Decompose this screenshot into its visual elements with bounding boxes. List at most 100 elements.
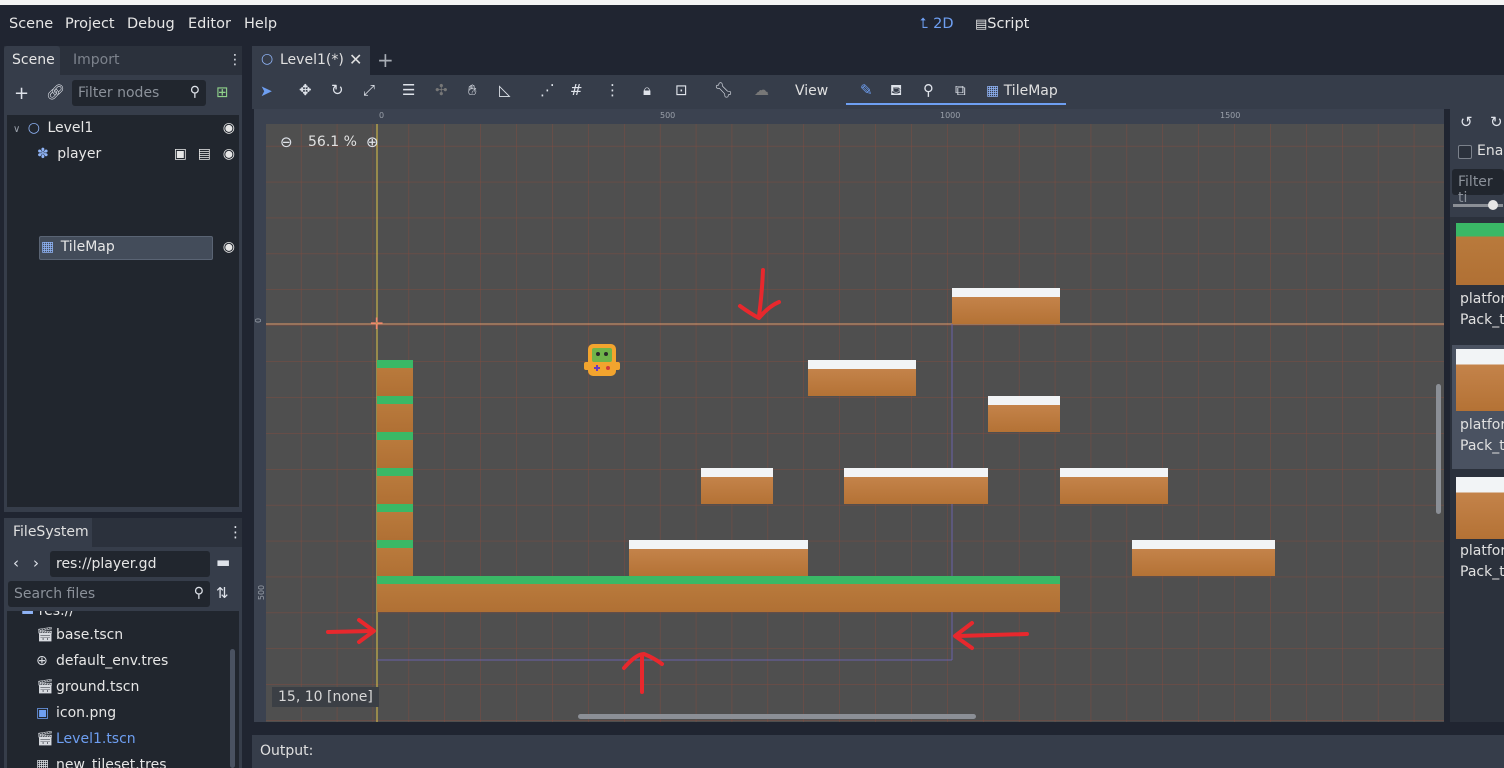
arrow-right-annotation — [326, 629, 375, 634]
mode-script-button[interactable]: ▤Script — [975, 16, 1029, 32]
vertical-ruler: 0 500 — [254, 124, 266, 722]
tile-palette: ↺ ↻ Enab Filter ti platfor Pack_ti platf… — [1450, 109, 1504, 722]
menu-help[interactable]: Help — [244, 16, 277, 32]
scene-tab-level1[interactable]: ○ Level1(*) ✕ — [252, 46, 370, 75]
instance-scene-icon[interactable]: ⊞ — [216, 85, 229, 100]
output-label[interactable]: Output: — [260, 743, 313, 759]
scale-tool-icon[interactable]: ⤢ — [363, 83, 375, 98]
group-icon[interactable]: ⊡ — [675, 83, 688, 98]
output-panel: Output: — [252, 735, 1504, 768]
tab-filesystem[interactable]: FileSystem — [4, 518, 92, 547]
rotate-right-icon[interactable]: ↻ — [1490, 115, 1503, 130]
menu-scene[interactable]: Scene — [9, 16, 53, 32]
tile-list-item[interactable]: platfor Pack_ti — [1450, 217, 1504, 341]
visibility-eye-icon[interactable]: ◉ — [223, 120, 235, 136]
cloud-icon[interactable]: ☁ — [754, 83, 769, 98]
add-tab-icon[interactable]: + — [377, 50, 394, 70]
tile-list: platfor Pack_ti platfor Pack_ti platfor … — [1450, 217, 1504, 722]
more-options-icon[interactable]: ⋮ — [605, 83, 620, 98]
dock-menu-icon[interactable]: ⋮ — [228, 53, 242, 67]
node2d-icon: ○ — [261, 51, 274, 67]
split-view-icon[interactable]: ▬ — [216, 555, 230, 570]
menu-editor[interactable]: Editor — [188, 16, 231, 32]
tile-list-item-selected[interactable]: platfor Pack_ti — [1452, 345, 1504, 469]
search-icon: ⚲ — [189, 84, 200, 100]
filesystem-panel: ‹ › res://player.gd ▬ Search files ⚲ ⇅ ▬… — [4, 547, 242, 768]
ruler-tool-icon[interactable]: ◺ — [499, 83, 511, 98]
kinematic-body-icon: ✽ — [37, 146, 49, 162]
chevron-down-icon: ∨ — [13, 124, 21, 135]
scene-tree: ∨ ○ Level1 ◉ ✽ player ▣ ▤ ◉ ▦ TileMap ◉ — [7, 115, 239, 507]
filesystem-dock: FileSystem ⋮ ‹ › res://player.gd ▬ Searc… — [4, 518, 243, 768]
arrow-left-annotation — [956, 632, 1029, 638]
script-attached-icon[interactable]: ▤ — [198, 146, 211, 162]
filter-nodes-input[interactable]: Filter nodes ⚲ — [72, 80, 206, 106]
enable-checkbox[interactable] — [1458, 145, 1472, 159]
select-tool-icon[interactable]: ➤ — [260, 84, 273, 99]
tree-node-level1[interactable]: ∨ ○ Level1 ◉ — [13, 120, 237, 144]
list-select-icon[interactable]: ☰ — [402, 83, 415, 98]
clapperboard-icon[interactable]: ▣ — [174, 146, 187, 162]
close-icon[interactable]: ✕ — [349, 50, 362, 69]
image-icon: ▣ — [36, 705, 50, 721]
scene-icon: 🎬︎ — [36, 731, 54, 747]
file-item-current[interactable]: 🎬︎ Level1.tscn — [36, 731, 136, 747]
node2d-icon: ○ — [27, 120, 40, 136]
link-icon[interactable]: 🔗︎ — [46, 85, 65, 100]
chevron-right-icon[interactable]: › — [33, 556, 39, 571]
pivot-icon[interactable]: ✣ — [435, 83, 448, 98]
scrollbar[interactable] — [230, 649, 235, 768]
search-icon: ⚲ — [193, 585, 204, 601]
view-menu[interactable]: View — [795, 83, 828, 99]
rotate-left-icon[interactable]: ↺ — [1460, 115, 1473, 130]
copy-icon[interactable]: ⧉ — [955, 83, 966, 98]
grid-snap-icon[interactable]: # — [570, 83, 583, 98]
visibility-eye-icon[interactable]: ◉ — [223, 146, 235, 162]
file-item[interactable]: 🎬︎ ground.tscn — [36, 679, 139, 695]
move-tool-icon[interactable]: ✥ — [299, 83, 312, 98]
picker-icon[interactable]: ⚲ — [923, 83, 934, 98]
smart-snap-icon[interactable]: ⋰ — [540, 83, 555, 98]
tree-root[interactable]: ▬ res:// — [21, 611, 74, 619]
tree-node-tilemap[interactable]: ▦ TileMap ◉ — [41, 239, 237, 263]
arrow-down-annotation — [757, 268, 765, 318]
sort-icon[interactable]: ⇅ — [216, 586, 229, 601]
pencil-icon[interactable]: ✎ — [860, 83, 873, 98]
menu-project[interactable]: Project — [65, 16, 115, 32]
lock-icon[interactable]: 🔒︎ — [643, 83, 651, 98]
resource-icon: ▦ — [36, 757, 50, 768]
rotate-tool-icon[interactable]: ↻ — [331, 83, 344, 98]
bone-icon[interactable]: 🦴︎ — [714, 83, 733, 98]
dock-menu-icon[interactable]: ⋮ — [228, 525, 243, 540]
palette-zoom-slider-grabber[interactable] — [1488, 200, 1498, 210]
canvas-viewport[interactable]: ⊖ 56.1 % ⊕ ✛ 15, 10 [none] — [266, 124, 1444, 722]
bucket-fill-icon[interactable]: ⛾ — [890, 83, 902, 98]
menu-debug[interactable]: Debug — [127, 16, 175, 32]
pan-tool-icon[interactable]: ✋︎ — [468, 83, 477, 98]
file-item[interactable]: ▣ icon.png — [36, 705, 116, 721]
2d-axis-icon: ⮤ — [920, 16, 929, 32]
tile-list-item[interactable]: platfor Pack_ti — [1450, 473, 1504, 597]
tilemap-menu[interactable]: ▦ TileMap — [986, 83, 1058, 99]
chevron-left-icon[interactable]: ‹ — [13, 556, 19, 571]
search-files-input[interactable]: Search files ⚲ — [8, 581, 210, 607]
path-field[interactable]: res://player.gd — [50, 551, 210, 577]
scene-icon: 🎬︎ — [36, 679, 54, 695]
canvas-toolbar: ➤ ✥ ↻ ⤢ ☰ ✣ ✋︎ ◺ ⋰ # ⋮ 🔒︎ ⊡ 🦴︎ ☁ View ✎ … — [252, 75, 1504, 109]
visibility-eye-icon[interactable]: ◉ — [223, 239, 235, 255]
tree-node-player[interactable]: ✽ player ▣ ▤ ◉ — [37, 146, 237, 170]
tilemap-icon: ▦ — [41, 239, 55, 255]
file-item[interactable]: ▦ new_tileset.tres — [36, 757, 167, 768]
file-item[interactable]: 🎬︎ base.tscn — [36, 627, 123, 643]
horizontal-scrollbar[interactable] — [578, 714, 976, 719]
add-node-icon[interactable]: + — [14, 85, 29, 103]
menu-bar: Scene Project Debug Editor Help ⮤ 2D ▤Sc… — [0, 5, 1504, 45]
filter-tiles-input[interactable]: Filter ti — [1452, 169, 1504, 206]
tab-import[interactable]: Import — [73, 52, 119, 68]
file-item[interactable]: ⊕ default_env.tres — [36, 653, 168, 669]
tab-scene[interactable]: Scene — [4, 46, 60, 75]
vertical-scrollbar[interactable] — [1436, 384, 1441, 514]
mode-2d-button[interactable]: ⮤ 2D — [920, 16, 954, 32]
file-tree: ▬ res:// 🎬︎ base.tscn ⊕ default_env.tres 🎬… — [7, 611, 239, 768]
scene-icon: 🎬︎ — [36, 627, 54, 643]
